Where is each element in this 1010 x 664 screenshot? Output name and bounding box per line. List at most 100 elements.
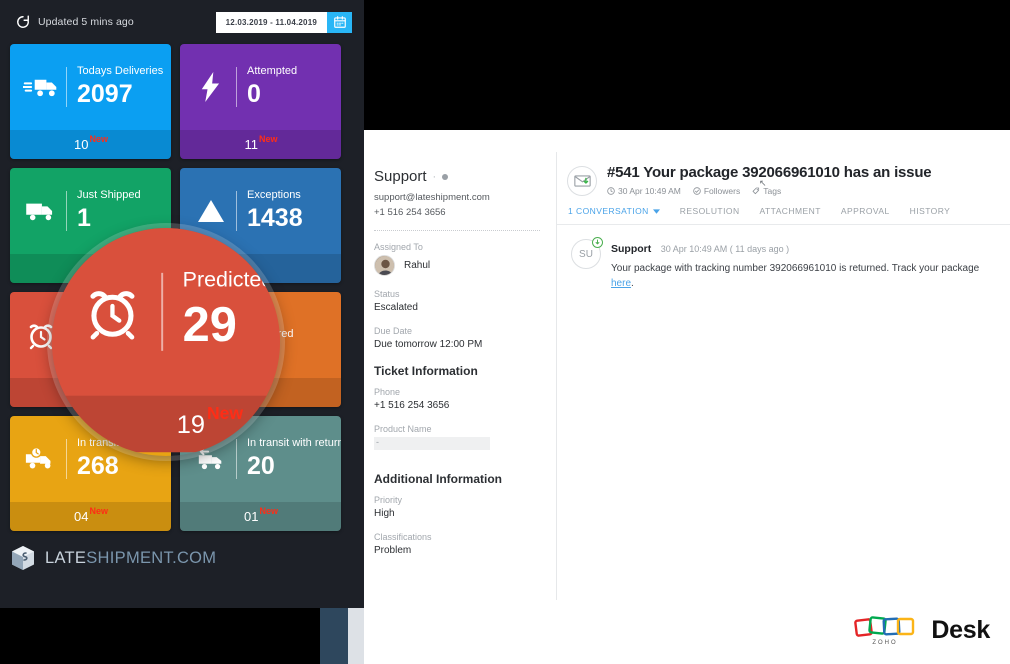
divider: [236, 315, 237, 355]
calendar-button[interactable]: [327, 11, 352, 33]
tab-attachment[interactable]: ATTACHMENT: [760, 206, 821, 224]
lightning-bolt-icon: [188, 72, 234, 102]
due-date-value[interactable]: Due tomorrow 12:00 PM: [374, 339, 540, 350]
kpi-card-todays-deliveries[interactable]: Todays Deliveries 2097 10 New: [10, 44, 171, 159]
ticket-number: #541: [607, 164, 640, 181]
ticket-time: 30 Apr 10:49 AM: [618, 186, 681, 196]
ticket-meta: 30 Apr 10:49 AM Followers Tags: [607, 186, 931, 196]
ticket-tags-item[interactable]: Tags: [752, 186, 781, 196]
priority-field: Priority High: [374, 495, 540, 519]
card-value: 1: [77, 204, 91, 232]
refresh-icon[interactable]: [16, 15, 30, 29]
box-icon: [188, 322, 234, 348]
kpi-card-attempted[interactable]: Attempted 0 11 New: [180, 44, 341, 159]
priority-value[interactable]: High: [374, 508, 540, 519]
conversation-body: Your package with tracking number 392066…: [611, 261, 998, 291]
card-text: Predicted Delays 29: [77, 313, 167, 357]
priority-label: Priority: [374, 495, 403, 505]
conversation-timestamp: 30 Apr 10:49 AM ( 11 days ago ): [660, 244, 790, 254]
status-value[interactable]: Escalated: [374, 302, 540, 313]
footer-new-badge: New: [89, 505, 108, 516]
tab-approval[interactable]: APPROVAL: [841, 206, 890, 224]
divider: [66, 191, 67, 231]
card-label: Delivered: [247, 328, 294, 340]
tab-resolution[interactable]: RESOLUTION: [680, 206, 740, 224]
footer-count: 11: [244, 137, 258, 152]
card-text: In transit with returns 20: [247, 437, 341, 481]
card-value: 29: [77, 328, 105, 356]
kpi-card-predicted-delays[interactable]: Predicted Delays 29 19 New: [10, 292, 171, 407]
screenshot-root: Updated 5 mins ago 12.03.2019 - 11.04.20…: [0, 0, 1010, 664]
card-footer: 01 New: [180, 502, 341, 531]
conversation-sender: Support: [611, 243, 652, 255]
ticket-tabs: 1 CONVERSATION RESOLUTION ATTACHMENT APP…: [557, 196, 1010, 225]
conversation-body-text: Your package with tracking number 392066…: [611, 263, 980, 274]
phone-value: +1 516 254 3656: [374, 400, 450, 411]
kpi-card-exceptions[interactable]: Exceptions 1438: [180, 168, 341, 283]
card-body: Exceptions 1438: [180, 168, 341, 254]
card-footer: 10 New: [10, 130, 171, 159]
classifications-value[interactable]: Problem: [374, 545, 540, 556]
product-name-value[interactable]: -: [374, 437, 490, 450]
card-value: 268: [77, 452, 119, 480]
kpi-card-in-transit[interactable]: In transit 268 04 New: [10, 416, 171, 531]
classifications-field: Classifications Problem: [374, 532, 540, 556]
conversation-text-block: Support 30 Apr 10:49 AM ( 11 days ago ) …: [611, 239, 998, 291]
card-footer: [180, 254, 341, 283]
zoho-logo-icon: ZOHO: [854, 616, 915, 646]
lateshipment-dashboard: Updated 5 mins ago 12.03.2019 - 11.04.20…: [0, 0, 364, 600]
dashboard-toolbar: Updated 5 mins ago 12.03.2019 - 11.04.20…: [8, 0, 356, 44]
card-body: In transit with returns 20: [180, 416, 341, 502]
contact-email[interactable]: support@lateshipment.com: [374, 192, 540, 203]
card-body: In transit 268: [10, 416, 171, 502]
reply-badge-icon: [592, 237, 603, 248]
conversation-entry: SU Support 30 Apr 10:49 AM ( 11 days ago…: [557, 225, 1010, 291]
kpi-card-just-shipped[interactable]: Just Shipped 1: [10, 168, 171, 283]
dashboard-bottom-edge: [0, 600, 364, 608]
card-text: Exceptions 1438: [247, 189, 337, 233]
footer-count: 01: [244, 509, 259, 524]
card-label: Just Shipped: [77, 189, 141, 201]
divider: [374, 230, 540, 231]
card-body: Todays Deliveries 2097: [10, 44, 171, 130]
divider: [66, 67, 67, 107]
ticket-title-block: #541 Your package 392066961010 has an is…: [607, 164, 932, 196]
assignee-row[interactable]: Rahul: [374, 255, 540, 276]
bottom-bar: ZOHO Desk: [0, 600, 1010, 664]
kpi-card-delivered[interactable]: Delivered: [180, 292, 341, 407]
card-footer: 19 New: [10, 378, 171, 407]
footer-new-badge: New: [89, 133, 108, 144]
status-label: Status: [374, 289, 400, 299]
cube-logo-icon: [12, 546, 34, 570]
tab-conversation[interactable]: 1 CONVERSATION: [568, 206, 660, 224]
tab-history[interactable]: HISTORY: [910, 206, 951, 224]
divider: [236, 439, 237, 479]
separator: ·: [432, 170, 437, 183]
zoho-desk-word: Desk: [931, 615, 990, 644]
track-package-link[interactable]: here: [611, 278, 631, 289]
calendar-icon: [333, 16, 346, 28]
card-footer: [10, 254, 171, 283]
date-range-picker[interactable]: 12.03.2019 - 11.04.2019: [215, 11, 352, 33]
product-name-label: Product Name: [374, 424, 432, 434]
ticket-title: #541 Your package 392066961010 has an is…: [607, 164, 932, 181]
updated-status-text: Updated 5 mins ago: [38, 16, 134, 28]
transit-truck-icon: [18, 446, 64, 472]
kpi-card-in-transit-returns[interactable]: In transit with returns 20 01 New: [180, 416, 341, 531]
card-value: 0: [247, 80, 261, 108]
clock-icon: [607, 187, 615, 195]
contact-name-row: Support ·: [374, 168, 540, 185]
lateshipment-logo: LATESHIPMENT.COM: [10, 545, 216, 571]
brand-part-late: LATE: [45, 548, 87, 567]
assignee-name: Rahul: [404, 260, 431, 271]
footer-new-badge: New: [258, 133, 278, 144]
date-range-value[interactable]: 12.03.2019 - 11.04.2019: [215, 11, 327, 33]
divider: [236, 191, 237, 231]
card-text: In transit 268: [77, 437, 167, 481]
card-text: Attempted 0: [247, 65, 337, 109]
assigned-to-field: Assigned To Rahul: [374, 242, 540, 276]
chevron-down-icon: [652, 208, 660, 214]
presence-dot-icon: [442, 173, 449, 180]
ticket-followers-item[interactable]: Followers: [693, 186, 740, 196]
ticket-main-column: ↖ #541 Your package 392066961010 has an …: [557, 152, 1010, 600]
